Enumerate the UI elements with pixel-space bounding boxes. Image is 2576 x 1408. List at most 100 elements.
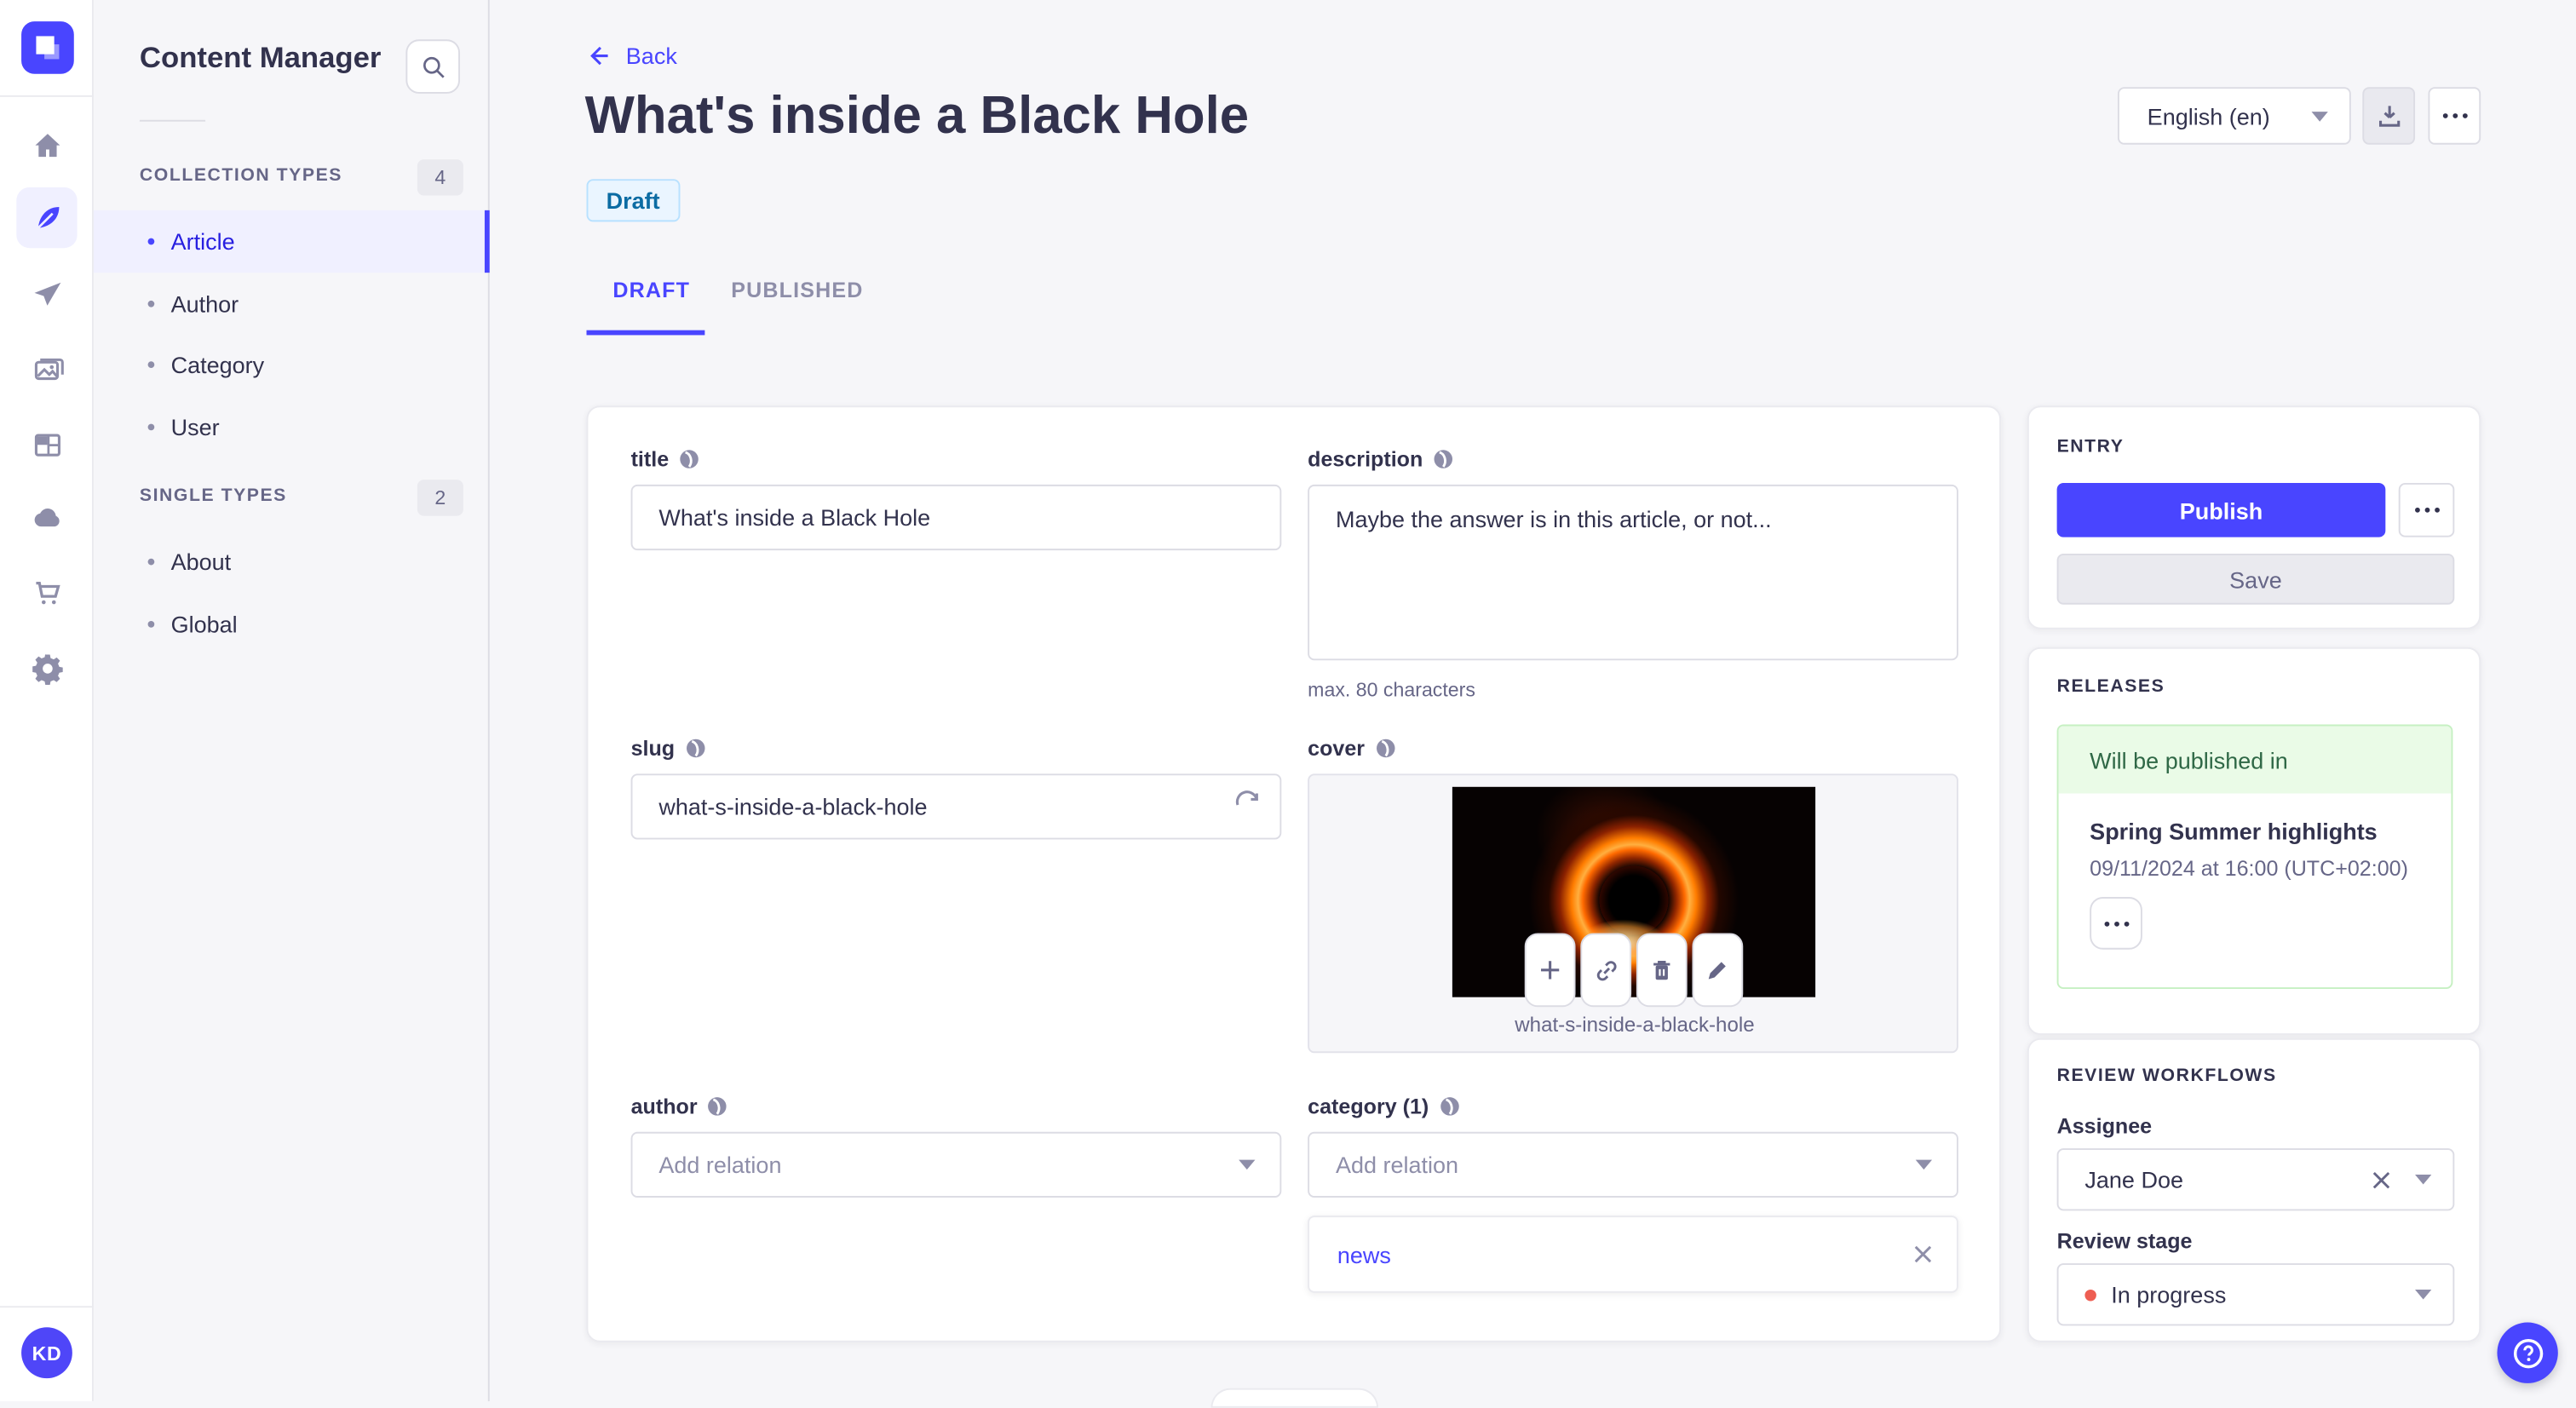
sidebar-item-content-type-builder[interactable]	[16, 414, 77, 474]
collection-types-count: 4	[417, 159, 463, 196]
regenerate-slug-button[interactable]	[1232, 790, 1262, 828]
sidebar-item-label: User	[170, 414, 220, 440]
ellipsis-icon	[2414, 507, 2440, 513]
review-panel-title: REVIEW WORKFLOWS	[2056, 1066, 2277, 1086]
entry-panel-title: ENTRY	[2056, 437, 2125, 457]
edit-form-card: title description Maybe the answer is in…	[586, 405, 2002, 1342]
help-button[interactable]	[2497, 1322, 2558, 1383]
field-author: author Add relation	[630, 1094, 1282, 1198]
bullet-icon	[147, 621, 155, 628]
next-section-peek	[1210, 1388, 1379, 1408]
author-relation-combobox[interactable]: Add relation	[630, 1131, 1282, 1198]
download-button[interactable]	[2362, 87, 2416, 145]
back-label: Back	[625, 43, 677, 70]
sidebar-item-home[interactable]	[16, 115, 77, 175]
sidebar-item-author[interactable]: Author	[94, 273, 490, 335]
images-icon	[33, 357, 63, 380]
clear-assignee-button[interactable]	[2371, 1169, 2392, 1190]
review-stage-combobox[interactable]: In progress	[2056, 1263, 2455, 1326]
field-description: description Maybe the answer is in this …	[1308, 447, 1958, 702]
slug-input[interactable]	[630, 773, 1282, 840]
sidebar-item-label: Article	[170, 228, 235, 255]
feather-icon	[36, 206, 59, 229]
sidebar-item-category[interactable]: Category	[94, 334, 490, 396]
sidebar-item-settings[interactable]	[16, 637, 77, 698]
clear-x-icon	[2372, 1171, 2390, 1188]
review-workflows-panel: REVIEW WORKFLOWS Assignee Jane Doe Revie…	[2027, 1037, 2481, 1342]
assignee-combobox[interactable]: Jane Doe	[2056, 1148, 2455, 1211]
release-name[interactable]: Spring Summer highlights	[2090, 818, 2451, 844]
chevron-down-icon	[1915, 1159, 1933, 1170]
delete-media-button[interactable]	[1636, 933, 1688, 1008]
edit-media-button[interactable]	[1692, 933, 1744, 1008]
sidebar-divider	[139, 119, 206, 122]
stage-status-dot	[2084, 1288, 2096, 1301]
release-status-text: Will be published in	[2090, 746, 2288, 773]
back-link[interactable]: Back	[587, 43, 677, 69]
release-more-button[interactable]	[2090, 897, 2142, 950]
chevron-down-icon	[2415, 1174, 2432, 1185]
sidebar-item-user[interactable]: User	[94, 396, 490, 458]
field-category-label: category (1)	[1308, 1094, 1429, 1119]
releases-panel: RELEASES Will be published in Spring Sum…	[2027, 647, 2481, 1036]
globe-icon	[1440, 1097, 1459, 1116]
more-options-button[interactable]	[2428, 87, 2481, 145]
release-status: Will be published in	[2058, 726, 2452, 794]
globe-icon	[1376, 738, 1394, 758]
sidebar-item-media-library[interactable]	[16, 338, 77, 399]
download-icon	[2378, 106, 2400, 127]
search-button[interactable]	[405, 39, 461, 94]
title-input[interactable]	[630, 484, 1282, 551]
globe-icon	[680, 450, 699, 468]
sidebar-item-content-manager[interactable]	[16, 187, 78, 249]
chevron-down-icon	[2415, 1289, 2432, 1300]
sidebar-item-label: Category	[170, 351, 265, 378]
app-window: KD Content Manager COLLECTION TYPES 4 Ar…	[0, 0, 2576, 1408]
ellipsis-icon	[2103, 920, 2129, 926]
status-badge: Draft	[586, 179, 680, 222]
stage-text: In progress	[2111, 1281, 2227, 1308]
field-author-label: author	[630, 1094, 698, 1119]
copy-link-button[interactable]	[1580, 933, 1632, 1008]
sidebar-item-label: About	[170, 549, 232, 576]
sidebar-item-cloud[interactable]	[16, 488, 77, 549]
search-icon	[423, 55, 444, 78]
sidebar-title: Content Manager	[139, 41, 382, 74]
category-relation-combobox[interactable]: Add relation	[1308, 1131, 1958, 1198]
relation-link[interactable]: news	[1337, 1241, 1912, 1267]
back-arrow-icon	[590, 46, 608, 66]
cart-icon	[35, 581, 60, 604]
description-textarea[interactable]: Maybe the answer is in this article, or …	[1308, 484, 1958, 661]
single-types-count: 2	[417, 480, 463, 516]
sidebar-item-marketplace[interactable]	[16, 562, 77, 623]
strapi-logo[interactable]	[21, 21, 74, 74]
help-question-icon	[2512, 1338, 2543, 1368]
description-hint: max. 80 characters	[1308, 678, 1475, 702]
sidebar-item-releases[interactable]	[16, 263, 77, 324]
content-manager-sidebar: Content Manager COLLECTION TYPES 4 Artic…	[93, 0, 490, 1402]
bullet-icon	[147, 558, 155, 566]
locale-select[interactable]: English (en)	[2117, 87, 2351, 145]
save-button[interactable]: Save	[2056, 553, 2455, 605]
field-title: title	[630, 447, 1282, 551]
sidebar-item-article[interactable]: Article	[93, 210, 490, 273]
review-stage-value: In progress	[2084, 1281, 2415, 1307]
field-cover: cover what-s-inside-a-black-hole	[1308, 736, 1958, 1054]
sidebar-item-about[interactable]: About	[94, 531, 490, 593]
remove-relation-button[interactable]	[1912, 1244, 1934, 1265]
chevron-down-icon	[1239, 1159, 1256, 1170]
release-item: Will be published in Spring Summer highl…	[2056, 724, 2453, 990]
avatar[interactable]: KD	[21, 1327, 72, 1379]
entry-more-button[interactable]	[2398, 483, 2455, 537]
rail-divider-bottom	[0, 1306, 94, 1308]
section-single-types: SINGLE TYPES	[139, 486, 287, 507]
tab-draft[interactable]: DRAFT	[612, 278, 690, 302]
tab-published[interactable]: PUBLISHED	[731, 278, 863, 302]
gear-icon	[32, 652, 62, 685]
sidebar-item-global[interactable]: Global	[94, 593, 490, 655]
add-media-button[interactable]	[1524, 933, 1576, 1008]
field-slug: slug	[630, 736, 1282, 840]
bullet-icon	[147, 423, 155, 431]
publish-button[interactable]: Publish	[2056, 483, 2386, 537]
cover-toolbar	[1524, 933, 1744, 1008]
